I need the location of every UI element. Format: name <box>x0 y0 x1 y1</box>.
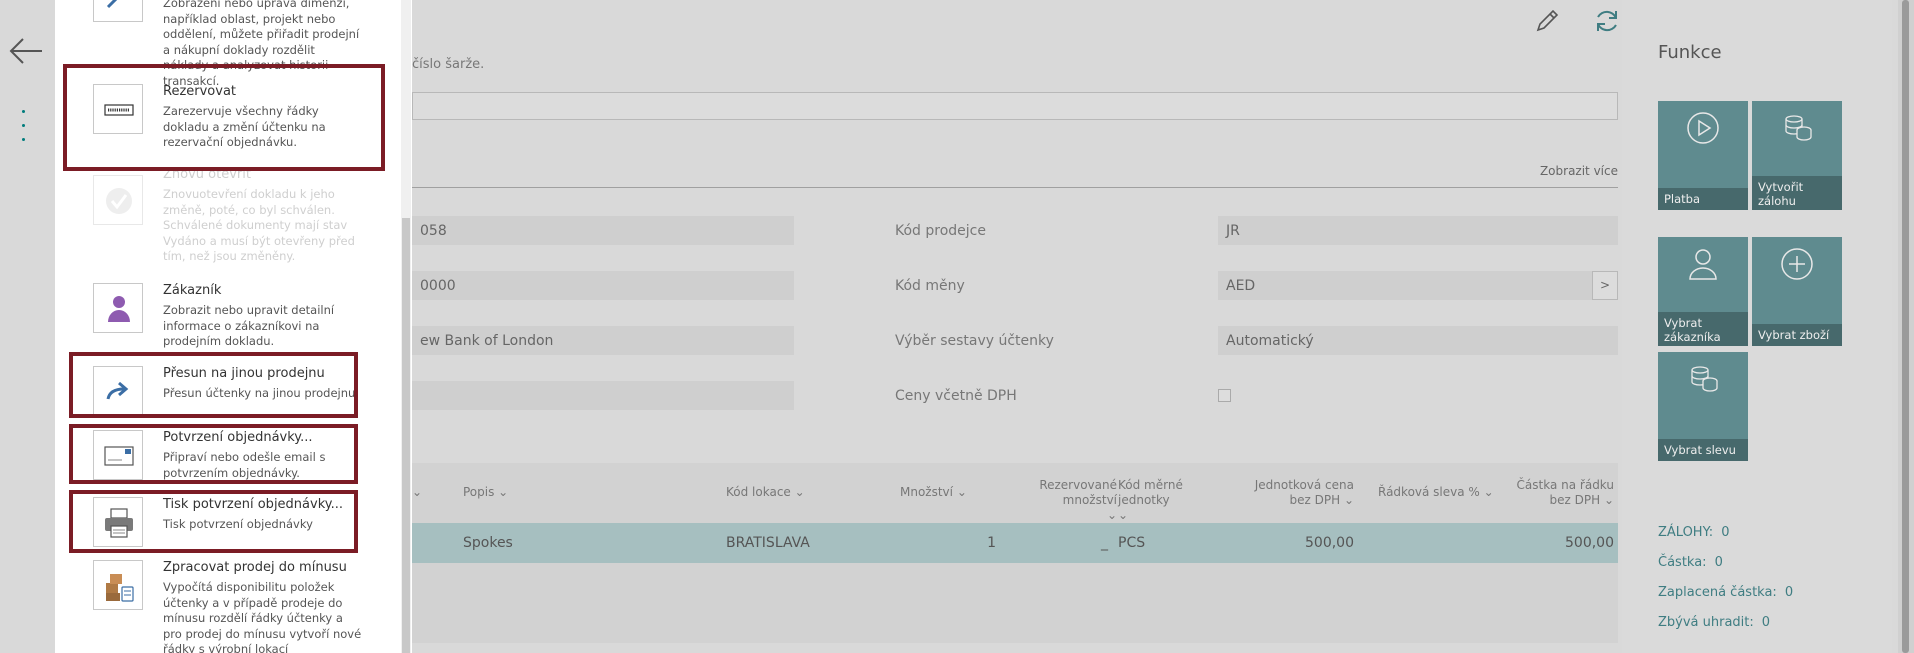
col-rezervovane-mnozstvi[interactable]: Rezervované množství ⌄ <box>987 478 1117 523</box>
page-scrollbar[interactable] <box>1898 0 1914 653</box>
tile-vybrat-slevu[interactable]: Vybrat slevu <box>1658 352 1748 461</box>
tile-zakaznik-label: Vybrat zákazníka <box>1658 312 1748 346</box>
edit-pencil-icon[interactable] <box>1532 6 1562 36</box>
highlight-rezervovat <box>63 64 385 171</box>
col-mnozstvi[interactable]: Množství ⌄ <box>900 485 967 500</box>
tile-zbozi-label: Vybrat zboží <box>1752 324 1842 346</box>
menu-item-znovu-otevrit-desc: Znovuotevření dokladu k jeho změně, poté… <box>163 187 355 263</box>
show-more-link[interactable]: Zobrazit více <box>1540 164 1618 178</box>
cell-cena[interactable]: 500,00 <box>1242 535 1354 551</box>
col-jednotkova-cena[interactable]: Jednotková cena bez DPH ⌄ <box>1242 478 1354 508</box>
table-empty-area <box>412 563 1618 643</box>
menu-item-prodej-desc: Vypočítá disponibilitu položek účtenky a… <box>163 580 362 653</box>
salesperson-field[interactable]: JR <box>1218 216 1618 245</box>
tile-sleva-label: Vybrat slevu <box>1658 439 1748 461</box>
coins-icon <box>1785 115 1812 141</box>
cell-castka[interactable]: 500,00 <box>1498 535 1614 551</box>
highlight-tisk <box>69 490 358 553</box>
dimensions-icon <box>93 0 143 22</box>
menu-item-zakaznik-title: Zákazník <box>163 283 222 298</box>
menu-item-zakaznik-desc: Zobrazit nebo upravit detailní informace… <box>163 303 335 348</box>
col-radkova-sleva[interactable]: Řádková sleva % ⌄ <box>1378 485 1494 500</box>
menu-item-prodej-title: Zpracovat prodej do mínusu <box>163 560 347 575</box>
report-selection-label: Výběr sestavy účtenky <box>895 333 1054 349</box>
refresh-icon[interactable] <box>1592 6 1622 36</box>
cell-lokace[interactable]: BRATISLAVA <box>726 535 810 551</box>
prices-vat-label: Ceny včetně DPH <box>895 388 1017 404</box>
negative-sale-icon <box>93 560 143 610</box>
cell-jednotka[interactable]: PCS <box>1118 535 1145 551</box>
currency-field[interactable]: AED <box>1218 271 1592 300</box>
tile-platba[interactable]: Platba <box>1658 101 1748 210</box>
stat-zbyva-uhradit[interactable]: Zbývá uhradit: 0 <box>1658 615 1770 630</box>
field-left-3[interactable]: ew Bank of London <box>412 326 794 355</box>
cell-popis[interactable]: Spokes <box>463 535 513 551</box>
col-popis[interactable]: Popis ⌄ <box>463 485 508 500</box>
field-left-1[interactable]: 058 <box>412 216 794 245</box>
prices-vat-checkbox[interactable] <box>1218 389 1231 402</box>
tile-vybrat-zakaznika[interactable]: Vybrat zákazníka <box>1658 237 1748 346</box>
hint-input[interactable] <box>412 92 1618 120</box>
sort-chevron-icon[interactable]: ⌄ <box>412 485 422 500</box>
field-left-4[interactable] <box>412 381 794 410</box>
tile-vytvorit-zalohu[interactable]: Vytvořit zálohu <box>1752 101 1842 210</box>
stat-zaplacena-castka[interactable]: Zaplacená částka: 0 <box>1658 585 1793 600</box>
person-icon <box>1689 249 1717 280</box>
back-arrow-icon[interactable] <box>8 36 44 66</box>
col-kod-lokace[interactable]: Kód lokace ⌄ <box>726 485 805 500</box>
left-rail <box>0 0 55 653</box>
tile-zaloha-label: Vytvořit zálohu <box>1752 176 1842 210</box>
stat-castka[interactable]: Částka: 0 <box>1658 555 1723 570</box>
salesperson-label: Kód prodejce <box>895 223 986 239</box>
cell-rezervovane[interactable]: _ <box>1072 535 1108 551</box>
functions-title: Funkce <box>1658 42 1722 63</box>
field-left-2[interactable]: 0000 <box>412 271 794 300</box>
tile-vybrat-zbozi[interactable]: Vybrat zboží <box>1752 237 1842 346</box>
menu-scrollbar[interactable] <box>401 0 411 653</box>
divider <box>412 187 1618 188</box>
functions-panel: Funkce Platba Vytvořit zálohu Vybrat zák… <box>1622 0 1892 653</box>
table-row[interactable]: Spokes BRATISLAVA 1 _ PCS 500,00 500,00 <box>412 523 1618 563</box>
play-circle-icon <box>1687 112 1719 144</box>
report-selection-field[interactable]: Automatický <box>1218 326 1618 355</box>
highlight-potvrzeni <box>69 424 358 484</box>
highlight-presun <box>69 352 358 418</box>
plus-circle-icon <box>1781 248 1813 280</box>
more-options-icon[interactable] <box>21 110 27 146</box>
col-castka-na-radku[interactable]: Částka na řádku bez DPH ⌄ <box>1498 478 1614 508</box>
hint-text: číslo šarže. <box>412 57 485 72</box>
customer-icon <box>93 283 143 333</box>
col-kod-merne-jednotky[interactable]: Kód měrné jednotky ⌄ <box>1118 478 1233 523</box>
coins-discount-icon <box>1691 366 1718 392</box>
tile-platba-label: Platba <box>1658 188 1748 210</box>
stat-zalohy[interactable]: ZÁLOHY: 0 <box>1658 525 1729 540</box>
currency-lookup-button[interactable]: > <box>1592 271 1618 300</box>
cell-mnozstvi[interactable]: 1 <box>952 535 996 551</box>
lines-table-header: ⌄ Popis ⌄ Kód lokace ⌄ Množství ⌄ Rezerv… <box>412 463 1618 523</box>
reopen-icon <box>93 175 143 225</box>
currency-label: Kód měny <box>895 278 965 294</box>
